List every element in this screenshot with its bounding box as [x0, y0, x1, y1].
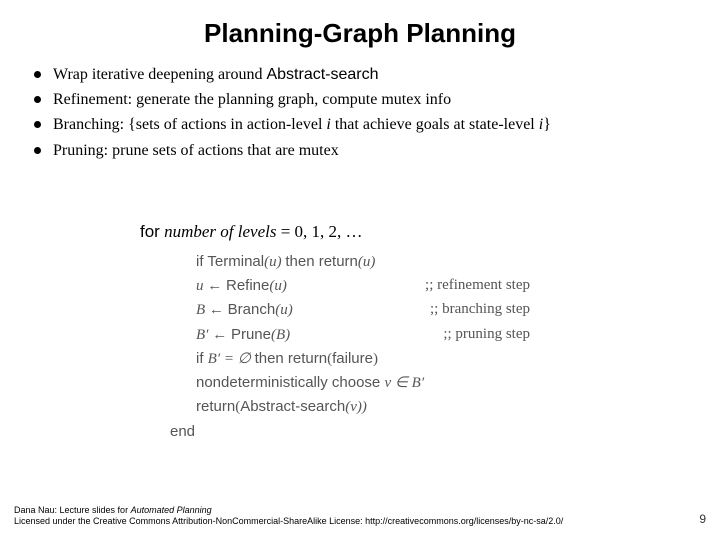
pseudocode-block: if Terminal(u) then return(u) u ← Refine… — [170, 250, 720, 443]
text-code: Abstract-search — [266, 66, 378, 83]
bullet-text: Wrap iterative deepening around Abstract… — [53, 63, 700, 86]
pseudo-line: if Terminal(u) then return(u) — [170, 250, 530, 274]
license-text: Licensed under the Creative Commons Attr… — [14, 516, 687, 528]
text: Wrap iterative deepening around — [53, 66, 266, 83]
footer-text: Dana Nau: Lecture slides for Automated P… — [14, 505, 687, 528]
text: } — [543, 116, 551, 133]
bullet-text: Pruning: prune sets of actions that are … — [53, 139, 700, 162]
pseudo-line: B′ ← Prune(B) ;; pruning step — [170, 323, 530, 347]
pseudo-line: B ← Branch(u) ;; branching step — [170, 298, 530, 322]
list-item: Refinement: generate the planning graph,… — [34, 88, 700, 111]
loop-var: number of levels — [160, 222, 281, 241]
bullet-text: Refinement: generate the planning graph,… — [53, 88, 700, 111]
text: that achieve goals at state-level — [331, 116, 539, 133]
pseudo-line: if B′ = ∅ then return(failure) — [170, 347, 530, 371]
list-item: Branching: {sets of actions in action-le… — [34, 113, 700, 136]
pseudo-line: u ← Refine(u) ;; refinement step — [170, 274, 530, 298]
slide-footer: Dana Nau: Lecture slides for Automated P… — [14, 505, 706, 528]
for-loop-line: for number of levels = 0, 1, 2, … — [140, 222, 720, 242]
pseudo-line: nondeterministically choose v ∈ B′ — [170, 371, 530, 395]
pseudo-line: return(Abstract-search(v)) — [170, 395, 530, 419]
bullet-icon — [34, 147, 41, 154]
text-title: Automated Planning — [131, 505, 212, 515]
pseudo-line: end — [170, 420, 530, 443]
page-number: 9 — [699, 512, 706, 528]
bullet-list: Wrap iterative deepening around Abstract… — [0, 63, 720, 162]
comment: ;; refinement step — [395, 274, 530, 298]
slide-title: Planning-Graph Planning — [0, 0, 720, 63]
text: Branching: {sets of actions in action-le… — [53, 116, 326, 133]
keyword: for — [140, 222, 160, 241]
comment: ;; pruning step — [413, 323, 530, 347]
list-item: Pruning: prune sets of actions that are … — [34, 139, 700, 162]
bullet-icon — [34, 71, 41, 78]
text: = 0, 1, 2, … — [281, 222, 363, 241]
bullet-icon — [34, 121, 41, 128]
bullet-icon — [34, 96, 41, 103]
list-item: Wrap iterative deepening around Abstract… — [34, 63, 700, 86]
text: Dana Nau: Lecture slides for — [14, 505, 131, 515]
bullet-text: Branching: {sets of actions in action-le… — [53, 113, 700, 136]
comment: ;; branching step — [400, 298, 530, 322]
